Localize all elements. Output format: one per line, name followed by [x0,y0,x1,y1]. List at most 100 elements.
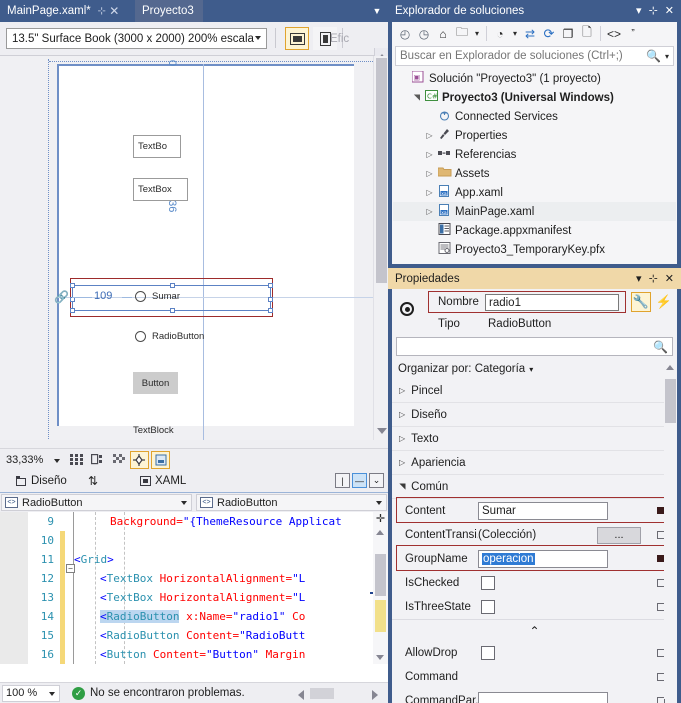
property-value-checkbox[interactable] [481,600,495,614]
resize-handle-nw[interactable] [70,283,75,288]
properties-sort-select[interactable]: Organizar por: Categoría ▾ [392,359,677,379]
scrollbar-thumb[interactable] [376,58,387,283]
property-row-commandpar[interactable]: CommandPar... [392,689,677,703]
tree-item[interactable]: ▣ Solución "Proyecto3" (1 proyecto) [393,69,676,88]
close-icon[interactable]: ✕ [108,5,121,17]
chevron-down-icon[interactable]: ▼ [370,4,384,18]
design-radio-sumar[interactable]: Sumar [135,291,180,302]
events-tab-button[interactable]: ⚡ [654,292,674,312]
properties-tab-button[interactable]: 🔧 [631,292,651,312]
tab-diseno[interactable]: Diseño [8,470,75,492]
property-value-input[interactable] [478,692,608,703]
effects-icon[interactable] [151,450,170,469]
dropdown-icon[interactable]: ▾ [472,25,482,43]
property-row-command[interactable]: Command [392,665,677,689]
pending-changes-icon[interactable]: ◔ [491,25,509,43]
design-button-1[interactable]: Button [133,372,178,394]
grid-icon[interactable] [67,451,86,469]
scrollbar-thumb[interactable] [310,688,334,699]
close-icon[interactable]: ✕ [665,4,674,17]
pin-icon[interactable]: ⊹ [649,272,658,285]
property-set-marker[interactable] [657,507,664,514]
home-icon[interactable]: ⌂ [434,25,452,43]
orientation-landscape-button[interactable] [285,27,309,50]
tree-item[interactable]: ▷ xa MainPage.xaml [393,202,676,221]
properties-icon[interactable]: 🗋 [578,25,596,43]
resize-handle-s[interactable] [170,308,175,313]
margin-anchor-icon[interactable]: 🔗 [54,290,70,304]
solution-search-input[interactable]: Buscar en Explorador de soluciones (Ctrl… [395,46,674,66]
tree-item[interactable]: Proyecto3_TemporaryKey.pfx [393,240,676,259]
property-value-input[interactable]: operacion [478,550,608,568]
expander-expanded-icon[interactable]: ◢ [412,91,421,104]
chevron-down-icon[interactable]: ▾ [665,52,669,61]
scrollbar-thumb[interactable] [375,554,386,596]
property-row-ischecked[interactable]: IsChecked [392,571,677,595]
split-horizontal-icon[interactable]: — [352,473,367,488]
refresh-icon[interactable]: ⟳ [540,25,558,43]
resize-handle-n[interactable] [170,283,175,288]
tab-mainpage-xaml[interactable]: MainPage.xaml* ⊹ ✕ [0,0,125,22]
expander-collapsed-icon[interactable]: ▷ [423,150,436,159]
code-scope-select-left[interactable]: <> RadioButton [1,494,192,511]
device-select[interactable]: 13.5" Surface Book (3000 x 2000) 200% es… [6,28,267,49]
scroll-left-icon[interactable] [298,690,304,700]
property-set-marker[interactable] [657,555,664,562]
scroll-up-icon[interactable] [666,365,674,370]
property-value-checkbox[interactable] [481,576,495,590]
code-view-icon[interactable]: <> [605,25,623,43]
property-row-allowdrop[interactable]: AllowDrop [392,641,677,665]
scroll-up-icon[interactable] [376,530,384,535]
code-scope-select-right[interactable]: <> RadioButton [196,494,387,511]
design-textbox-1[interactable]: TextBo [133,135,181,158]
search-icon[interactable]: 🔍 [646,49,661,63]
resize-handle-sw[interactable] [70,308,75,313]
tab-xaml[interactable]: XAML [132,470,194,492]
designer-vertical-scrollbar[interactable] [373,56,388,440]
property-row-isthreestate[interactable]: IsThreeState [392,595,677,619]
show-all-files-icon[interactable]: ❐ [559,25,577,43]
resize-handle-e[interactable] [268,297,273,302]
design-surface[interactable]: 0 236 TextBo TextBox Sumar RadioButton B… [0,56,388,440]
pin-icon[interactable]: ⊹ [649,4,658,17]
pin-icon[interactable]: ⊹ [96,6,108,17]
solution-tree[interactable]: ▣ Solución "Proyecto3" (1 proyecto) ◢ C# Pro… [393,69,676,264]
scroll-right-icon[interactable] [372,690,378,700]
tree-item[interactable]: ▷ Properties [393,126,676,145]
chevron-down-icon[interactable]: ▾ [636,272,642,285]
property-row-content[interactable]: Content Sumar [392,499,677,523]
properties-scrollbar[interactable] [664,365,677,699]
collapse-all-icon[interactable]: 🗀 [453,25,471,43]
resize-handle-se[interactable] [268,308,273,313]
scroll-down-icon[interactable] [377,428,387,434]
property-row-groupname[interactable]: GroupName operacion [392,547,677,571]
editor-zoom-select[interactable]: 100 % [2,684,60,702]
design-radio-2[interactable]: RadioButton [135,331,204,342]
name-input[interactable]: radio1 [485,294,619,311]
snap-lines-icon[interactable] [130,450,149,469]
property-category-texto[interactable]: ▷ Texto [392,427,677,451]
property-collection-editor-button[interactable]: ... [597,526,641,544]
resize-handle-ne[interactable] [268,283,273,288]
property-category-diseño[interactable]: ▷ Diseño [392,403,677,427]
property-value-input[interactable]: Sumar [478,502,608,520]
tree-item[interactable]: Connected Services [393,107,676,126]
page-canvas[interactable] [57,64,354,426]
chevron-up-icon[interactable]: ⌃ [392,619,677,641]
expander-collapsed-icon[interactable]: ▷ [423,169,436,178]
split-vertical-icon[interactable]: | [335,473,350,488]
swap-vertical-icon[interactable]: ⇅ [88,474,98,488]
property-category-pincel[interactable]: ▷ Pincel [392,379,677,403]
more-icon[interactable]: ” [624,25,642,43]
code-vertical-scrollbar[interactable]: ✛ [373,512,388,664]
scroll-down-icon[interactable] [376,655,384,660]
designer-zoom-select[interactable]: 33,33% [3,450,65,469]
sync-icon[interactable]: ⇄ [521,25,539,43]
forward-icon[interactable]: ◷ [415,25,433,43]
tree-item[interactable]: ◢ C# Proyecto3 (Universal Windows) [393,88,676,107]
properties-search-input[interactable]: 🔍 [396,337,673,356]
scrollbar-thumb[interactable] [665,379,676,423]
design-textbox-2[interactable]: TextBox [133,178,188,201]
transparency-icon[interactable] [109,451,128,469]
tree-item[interactable]: Package.appxmanifest [393,221,676,240]
